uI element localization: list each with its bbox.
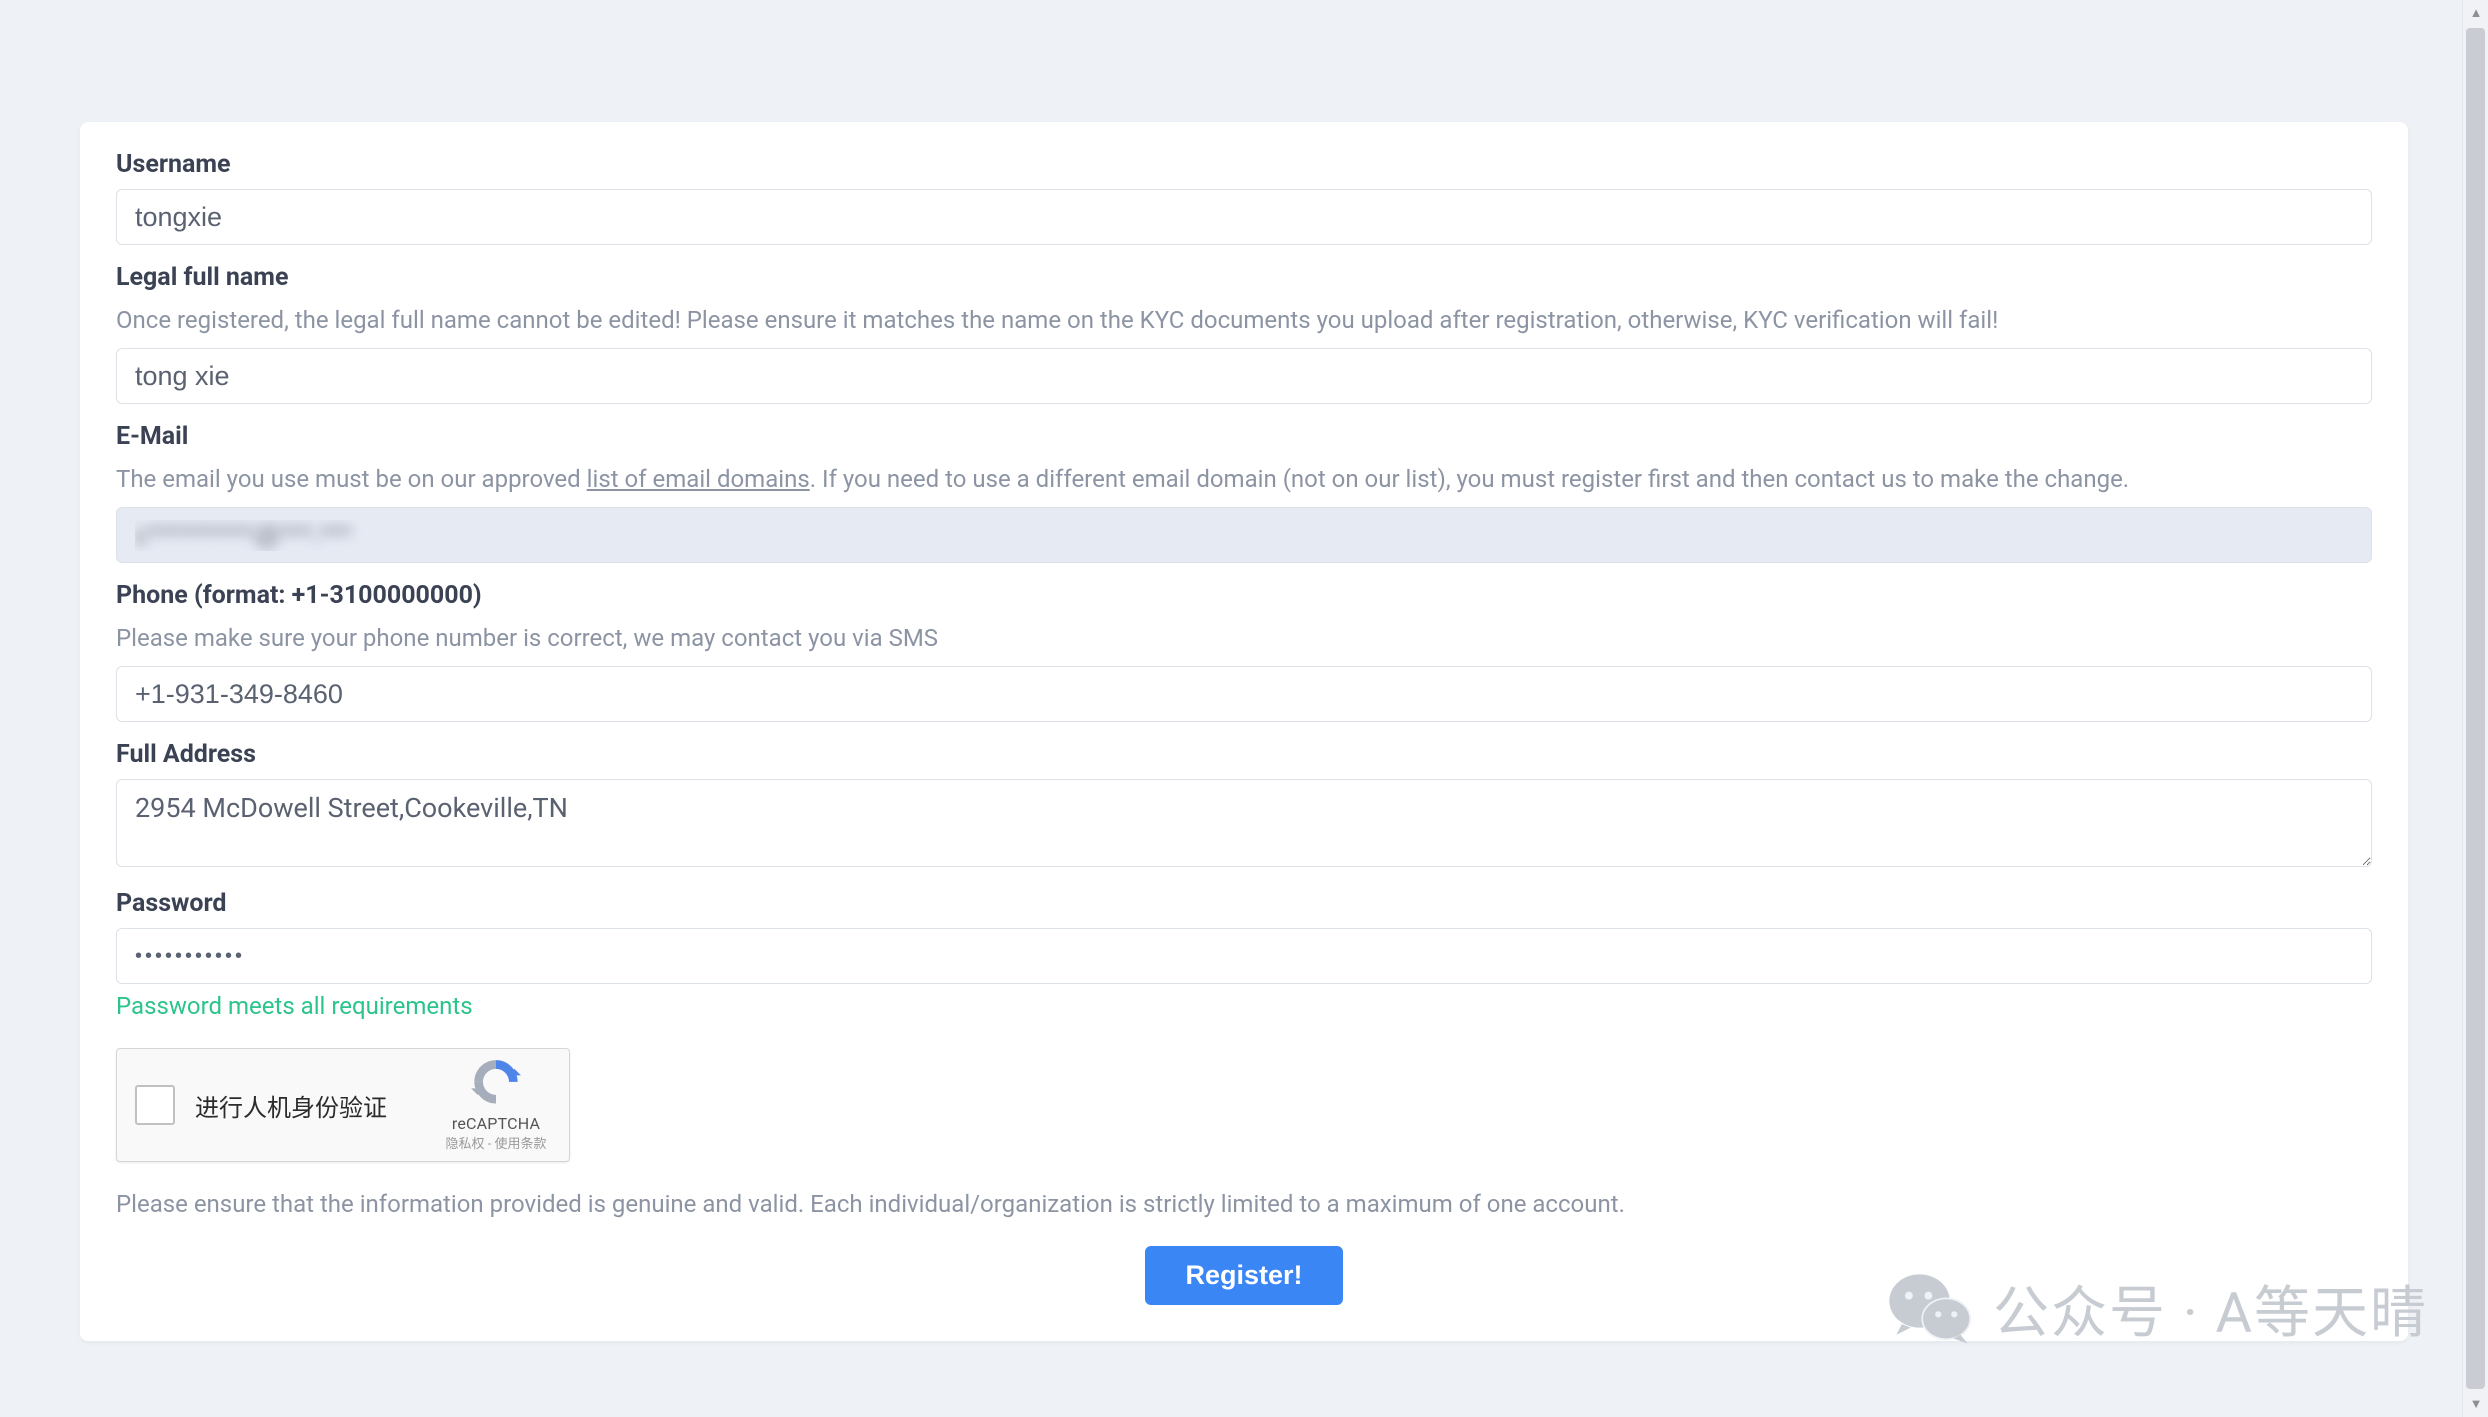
legal-name-group: Legal full name Once registered, the leg… <box>116 263 2372 404</box>
legal-name-label: Legal full name <box>116 263 2372 292</box>
email-label: E-Mail <box>116 422 2372 451</box>
phone-input[interactable] <box>116 666 2372 722</box>
address-label: Full Address <box>116 740 2372 769</box>
address-group: Full Address 2954 McDowell Street,Cookev… <box>116 740 2372 871</box>
email-helper-suffix: . If you need to use a different email d… <box>810 465 2129 493</box>
recaptcha-brand: reCAPTCHA <box>452 1114 540 1133</box>
password-hint: Password meets all requirements <box>116 992 2372 1020</box>
recaptcha-logo-area: reCAPTCHA 隐私权 - 使用条款 <box>441 1058 551 1152</box>
password-group: Password Password meets all requirements <box>116 889 2372 1020</box>
recaptcha-icon <box>470 1058 522 1110</box>
phone-helper: Please make sure your phone number is co… <box>116 620 2372 656</box>
email-group: E-Mail The email you use must be on our … <box>116 422 2372 563</box>
email-input[interactable] <box>116 507 2372 563</box>
legal-name-helper: Once registered, the legal full name can… <box>116 302 2372 338</box>
vertical-scrollbar[interactable]: ▲ ▼ <box>2462 0 2488 1417</box>
email-helper-prefix: The email you use must be on our approve… <box>116 465 587 493</box>
recaptcha-terms: 隐私权 - 使用条款 <box>445 1133 546 1152</box>
scroll-up-arrow-icon[interactable]: ▲ <box>2463 0 2488 26</box>
scroll-thumb[interactable] <box>2466 28 2485 1389</box>
email-domains-link[interactable]: list of email domains <box>587 465 810 493</box>
phone-label: Phone (format: +1-3100000000) <box>116 581 2372 610</box>
address-textarea[interactable]: 2954 McDowell Street,Cookeville,TN <box>116 779 2372 867</box>
phone-group: Phone (format: +1-3100000000) Please mak… <box>116 581 2372 722</box>
email-helper: The email you use must be on our approve… <box>116 461 2372 497</box>
username-input[interactable] <box>116 189 2372 245</box>
register-button[interactable]: Register! <box>1145 1246 1342 1305</box>
registration-form-card: Username Legal full name Once registered… <box>80 122 2408 1341</box>
legal-name-input[interactable] <box>116 348 2372 404</box>
submit-wrap: Register! <box>116 1246 2372 1305</box>
recaptcha-label: 进行人机身份验证 <box>195 1088 441 1123</box>
recaptcha-container: 进行人机身份验证 reCAPTCHA 隐私权 - 使用条款 <box>116 1048 2372 1162</box>
password-input[interactable] <box>116 928 2372 984</box>
account-disclaimer: Please ensure that the information provi… <box>116 1190 2372 1218</box>
username-label: Username <box>116 150 2372 179</box>
scroll-down-arrow-icon[interactable]: ▼ <box>2463 1391 2488 1417</box>
password-label: Password <box>116 889 2372 918</box>
recaptcha-checkbox[interactable] <box>135 1085 175 1125</box>
username-group: Username <box>116 150 2372 245</box>
recaptcha-box: 进行人机身份验证 reCAPTCHA 隐私权 - 使用条款 <box>116 1048 570 1162</box>
